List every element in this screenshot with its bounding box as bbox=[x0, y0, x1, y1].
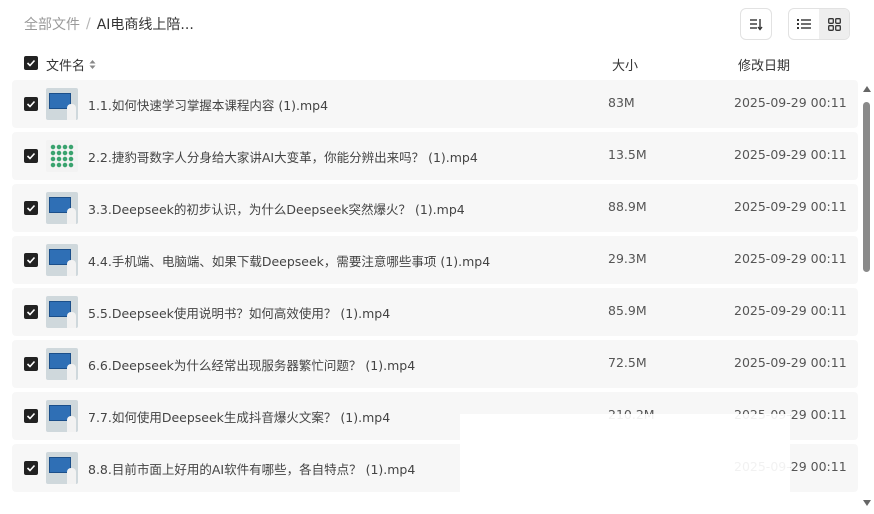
row-checkbox[interactable] bbox=[24, 357, 38, 371]
thumbnail-person bbox=[67, 260, 76, 276]
file-row[interactable]: 5.5.Deepseek使用说明书？如何高效使用？ (1).mp4 85.9M 20… bbox=[12, 288, 858, 336]
video-thumbnail bbox=[46, 192, 78, 224]
thumbnail-person bbox=[67, 364, 76, 380]
file-name[interactable]: 3.3.Deepseek的初步认识，为什么Deepseek突然爆火？ (1).m… bbox=[88, 199, 465, 218]
file-name[interactable]: 1.1.如何快速学习掌握本课程内容 (1).mp4 bbox=[88, 95, 328, 114]
table-header: 文件名 大小 修改日期 bbox=[0, 50, 874, 78]
check-icon bbox=[26, 100, 36, 108]
file-row[interactable]: 2.2.捷豹哥数字人分身给大家讲AI大变革，你能分辨出来吗？ (1).mp4 13… bbox=[12, 132, 858, 180]
breadcrumb-root-link[interactable]: 全部文件 bbox=[24, 14, 80, 34]
video-thumbnail bbox=[46, 140, 78, 172]
row-checkbox[interactable] bbox=[24, 253, 38, 267]
thumbnail-person bbox=[67, 468, 76, 484]
file-size: 83M bbox=[608, 95, 635, 110]
file-name[interactable]: 6.6.Deepseek为什么经常出现服务器繁忙问题？ (1).mp4 bbox=[88, 355, 415, 374]
video-thumbnail bbox=[46, 452, 78, 484]
breadcrumb-separator: / bbox=[86, 16, 91, 32]
file-row[interactable]: 4.4.手机端、电脑端、如果下载Deepseek，需要注意哪些事项 (1).mp… bbox=[12, 236, 858, 284]
file-row[interactable]: 1.1.如何快速学习掌握本课程内容 (1).mp4 83M 2025-09-29 0… bbox=[12, 80, 858, 128]
row-checkbox[interactable] bbox=[24, 409, 38, 423]
file-name[interactable]: 4.4.手机端、电脑端、如果下载Deepseek，需要注意哪些事项 (1).mp… bbox=[88, 251, 490, 270]
video-thumbnail bbox=[46, 296, 78, 328]
row-checkbox[interactable] bbox=[24, 305, 38, 319]
scroll-down-arrow[interactable] bbox=[863, 500, 871, 506]
file-row[interactable]: 3.3.Deepseek的初步认识，为什么Deepseek突然爆火？ (1).m… bbox=[12, 184, 858, 232]
thumbnail-person bbox=[67, 208, 76, 224]
file-name[interactable]: 2.2.捷豹哥数字人分身给大家讲AI大变革，你能分辨出来吗？ (1).mp4 bbox=[88, 147, 478, 166]
file-date: 2025-09-29 00:11 bbox=[734, 251, 847, 266]
file-date: 2025-09-29 00:11 bbox=[734, 199, 847, 214]
breadcrumb: 全部文件 / AI电商线上陪... bbox=[24, 14, 194, 34]
sort-icon bbox=[750, 19, 763, 31]
check-icon bbox=[26, 59, 36, 67]
file-date: 2025-09-29 00:11 bbox=[734, 355, 847, 370]
select-all-checkbox[interactable] bbox=[24, 56, 38, 70]
check-icon bbox=[26, 464, 36, 472]
view-toggle bbox=[788, 8, 850, 40]
fade-overlay bbox=[460, 414, 790, 514]
video-thumbnail bbox=[46, 244, 78, 276]
list-view-icon bbox=[797, 19, 811, 29]
video-thumbnail bbox=[46, 348, 78, 380]
row-checkbox[interactable] bbox=[24, 97, 38, 111]
grid-view-button[interactable] bbox=[819, 9, 849, 39]
file-name[interactable]: 8.8.目前市面上好用的AI软件有哪些，各自特点？ (1).mp4 bbox=[88, 459, 415, 478]
thumbnail-person bbox=[67, 416, 76, 432]
thumbnail-pattern bbox=[50, 144, 74, 168]
check-icon bbox=[26, 360, 36, 368]
check-icon bbox=[26, 152, 36, 160]
row-checkbox[interactable] bbox=[24, 201, 38, 215]
check-icon bbox=[26, 204, 36, 212]
row-checkbox[interactable] bbox=[24, 149, 38, 163]
column-name-label: 文件名 bbox=[46, 59, 86, 74]
column-size-header[interactable]: 大小 bbox=[612, 55, 638, 74]
row-checkbox[interactable] bbox=[24, 461, 38, 475]
file-size: 13.5M bbox=[608, 147, 647, 162]
file-size: 29.3M bbox=[608, 251, 647, 266]
file-row[interactable]: 6.6.Deepseek为什么经常出现服务器繁忙问题？ (1).mp4 72.5M… bbox=[12, 340, 858, 388]
column-name-header[interactable]: 文件名 bbox=[46, 55, 96, 74]
file-date: 2025-09-29 00:11 bbox=[734, 95, 847, 110]
file-size: 88.9M bbox=[608, 199, 647, 214]
check-icon bbox=[26, 412, 36, 420]
video-thumbnail bbox=[46, 400, 78, 432]
sort-caret-icon bbox=[89, 60, 96, 69]
file-date: 2025-09-29 00:11 bbox=[734, 147, 847, 162]
scrollbar-thumb[interactable] bbox=[863, 102, 870, 272]
sort-button[interactable] bbox=[740, 8, 772, 40]
thumbnail-person bbox=[67, 312, 76, 328]
video-thumbnail bbox=[46, 88, 78, 120]
check-icon bbox=[26, 308, 36, 316]
grid-view-icon bbox=[827, 17, 841, 31]
file-date: 2025-09-29 00:11 bbox=[734, 303, 847, 318]
file-name[interactable]: 5.5.Deepseek使用说明书？如何高效使用？ (1).mp4 bbox=[88, 303, 390, 322]
file-size: 72.5M bbox=[608, 355, 647, 370]
check-icon bbox=[26, 256, 36, 264]
file-name[interactable]: 7.7.如何使用Deepseek生成抖音爆火文案？ (1).mp4 bbox=[88, 407, 390, 426]
scrollbar[interactable] bbox=[860, 84, 874, 512]
breadcrumb-current: AI电商线上陪... bbox=[96, 17, 194, 33]
file-size: 85.9M bbox=[608, 303, 647, 318]
thumbnail-person bbox=[67, 104, 76, 120]
column-date-header[interactable]: 修改日期 bbox=[738, 55, 790, 74]
scroll-up-arrow[interactable] bbox=[863, 86, 871, 92]
top-bar: 全部文件 / AI电商线上陪... bbox=[0, 0, 874, 48]
list-view-button[interactable] bbox=[789, 9, 819, 39]
